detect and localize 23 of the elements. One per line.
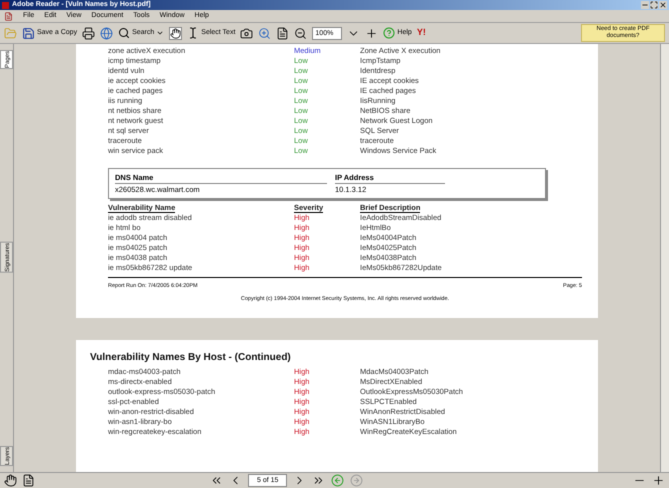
caret-icon: [156, 29, 164, 37]
section-heading: Vulnerability Names By Host - (Continued): [90, 350, 292, 364]
scrollbar[interactable]: [660, 44, 669, 472]
save-icon: [22, 26, 35, 40]
document-icon: [4, 12, 13, 20]
page-icon[interactable]: [276, 26, 290, 40]
hand-icon[interactable]: [4, 474, 17, 487]
close-icon[interactable]: [659, 1, 667, 9]
search-icon: [118, 27, 130, 39]
camera-icon[interactable]: [240, 26, 254, 40]
zoom-in-icon[interactable]: [258, 26, 272, 40]
zoom-out-icon[interactable]: [294, 26, 308, 40]
globe-icon[interactable]: [100, 26, 114, 40]
app-icon: [2, 2, 9, 8]
printer-icon[interactable]: [82, 26, 96, 40]
plus-icon[interactable]: [652, 474, 665, 487]
yahoo-logo[interactable]: Y!: [416, 26, 426, 40]
plus-icon[interactable]: [365, 26, 378, 40]
page-icon[interactable]: [22, 474, 35, 487]
minimize-icon[interactable]: [641, 1, 649, 9]
maximize-icon[interactable]: [650, 1, 658, 9]
help-icon: [383, 27, 396, 39]
hand-icon[interactable]: [169, 26, 182, 40]
